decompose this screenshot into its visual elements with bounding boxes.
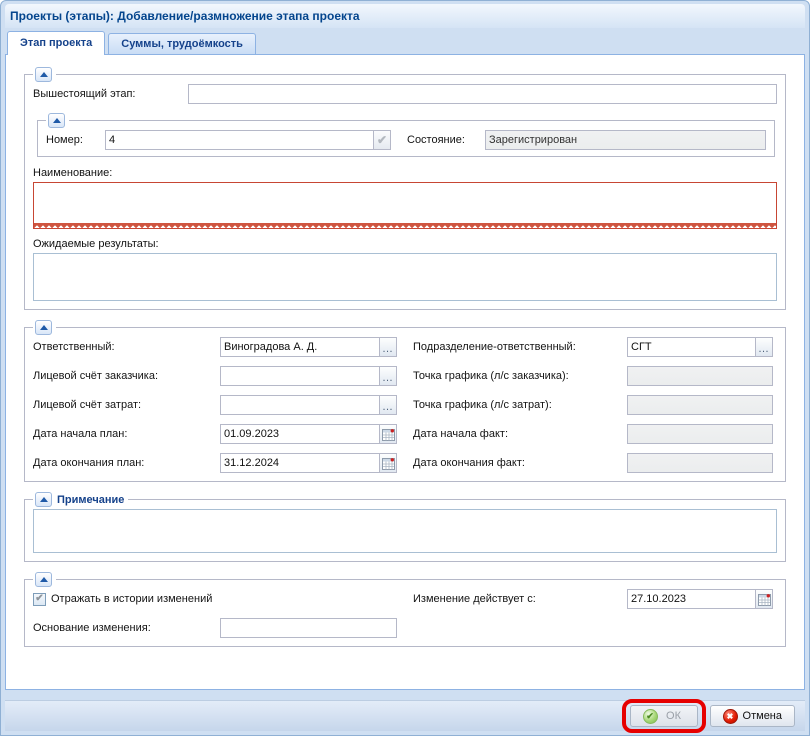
ellipsis-icon: … — [758, 343, 770, 356]
ellipsis-icon: … — [382, 343, 394, 356]
number-state-fieldset: Номер: ✔ Состояние: — [37, 113, 775, 157]
window-titlebar: Проекты (этапы): Добавление/размножение … — [5, 4, 805, 28]
responsible-browse-button[interactable]: … — [379, 337, 397, 357]
customer-account-row: Лицевой счёт заказчика: … Точка графика … — [33, 366, 777, 386]
cost-account-input[interactable] — [220, 395, 380, 415]
department-browse-button[interactable]: … — [755, 337, 773, 357]
state-label: Состояние: — [407, 134, 485, 146]
effective-date-picker-button[interactable] — [755, 589, 773, 609]
collapse-toggle-button[interactable] — [48, 113, 65, 128]
cost-account-row: Лицевой счёт затрат: … Точка графика (л/… — [33, 395, 777, 415]
department-label: Подразделение-ответственный: — [413, 341, 627, 353]
name-textarea[interactable] — [34, 183, 776, 223]
tab-project-stage-label: Этап проекта — [20, 37, 92, 49]
schedule-point-cost-field — [627, 395, 773, 415]
collapse-arrow-icon — [53, 118, 61, 123]
ok-button-label: ОК — [663, 710, 685, 722]
check-icon: ✔ — [377, 134, 387, 146]
history-fieldset: ✔ Отражать в истории изменений Изменение… — [24, 572, 786, 647]
cost-account-browse-button[interactable]: … — [379, 395, 397, 415]
collapse-toggle-button[interactable] — [35, 572, 52, 587]
expected-results-textarea[interactable] — [33, 253, 777, 301]
plan-end-date-label: Дата окончания план: — [33, 457, 220, 469]
plan-start-date-input[interactable] — [220, 424, 380, 444]
end-date-row: Дата окончания план: Дата окончания факт… — [33, 453, 777, 473]
note-legend: Примечание — [57, 494, 124, 506]
collapse-arrow-icon — [40, 577, 48, 582]
tab-panel-body: Вышестоящий этап: Номер: ✔ — [5, 54, 805, 690]
tab-strip: Этап проекта Суммы, трудоёмкость — [5, 28, 805, 54]
history-checkbox-label: Отражать в истории изменений — [51, 593, 212, 605]
department-input[interactable] — [627, 337, 756, 357]
collapse-arrow-icon — [40, 325, 48, 330]
collapse-arrow-icon — [40, 72, 48, 77]
note-textarea[interactable] — [33, 509, 777, 553]
calendar-icon — [382, 428, 395, 441]
name-invalid-field — [33, 182, 777, 229]
checkbox-check-icon: ✔ — [35, 594, 43, 604]
responsible-row: Ответственный: … Подразделение-ответстве… — [33, 337, 777, 357]
tab-sums-labor[interactable]: Суммы, трудоёмкость — [108, 33, 256, 54]
collapse-toggle-button[interactable] — [35, 320, 52, 335]
state-field — [485, 130, 766, 150]
auto-number-check-button[interactable]: ✔ — [373, 130, 391, 150]
cancel-x-icon: ✖ — [723, 709, 738, 724]
collapse-toggle-button[interactable] — [35, 67, 52, 82]
cost-account-label: Лицевой счёт затрат: — [33, 399, 220, 411]
parent-stage-input[interactable] — [188, 84, 777, 104]
window-title: Проекты (этапы): Добавление/размножение … — [10, 9, 360, 23]
collapse-toggle-button[interactable] — [35, 492, 52, 507]
number-input[interactable] — [105, 130, 374, 150]
plan-end-date-picker-button[interactable] — [379, 453, 397, 473]
dialog-window: Проекты (этапы): Добавление/размножение … — [0, 0, 810, 736]
fact-end-date-label: Дата окончания факт: — [413, 457, 627, 469]
schedule-point-cost-label: Точка графика (л/с затрат): — [413, 399, 627, 411]
history-checkbox[interactable]: ✔ — [33, 593, 46, 606]
effective-date-input[interactable] — [627, 589, 756, 609]
parent-stage-label: Вышестоящий этап: — [33, 88, 188, 100]
note-fieldset: Примечание — [24, 492, 786, 562]
reason-input[interactable] — [220, 618, 397, 638]
schedule-point-customer-label: Точка графика (л/с заказчика): — [413, 370, 627, 382]
reason-label: Основание изменения: — [33, 622, 220, 634]
cancel-button-label: Отмена — [743, 710, 782, 722]
history-row: ✔ Отражать в истории изменений Изменение… — [33, 589, 777, 609]
ok-check-icon: ✔ — [643, 709, 658, 724]
expected-results-label: Ожидаемые результаты: — [33, 238, 777, 250]
customer-account-input[interactable] — [220, 366, 380, 386]
plan-end-date-input[interactable] — [220, 453, 380, 473]
details-fieldset: Ответственный: … Подразделение-ответстве… — [24, 320, 786, 482]
number-state-row: Номер: ✔ Состояние: — [46, 130, 766, 150]
ellipsis-icon: … — [382, 401, 394, 414]
fact-start-date-label: Дата начала факт: — [413, 428, 627, 440]
fact-start-date-field — [627, 424, 773, 444]
plan-start-date-picker-button[interactable] — [379, 424, 397, 444]
calendar-icon — [382, 457, 395, 470]
schedule-point-customer-field — [627, 366, 773, 386]
calendar-icon — [758, 593, 771, 606]
main-fieldset: Вышестоящий этап: Номер: ✔ — [24, 67, 786, 310]
tab-sums-labor-label: Суммы, трудоёмкость — [121, 38, 243, 50]
customer-account-label: Лицевой счёт заказчика: — [33, 370, 220, 382]
fact-end-date-field — [627, 453, 773, 473]
start-date-row: Дата начала план: Дата начала факт: — [33, 424, 777, 444]
number-label: Номер: — [46, 134, 105, 146]
ok-button[interactable]: ✔ ОК — [630, 705, 698, 727]
collapse-arrow-icon — [40, 497, 48, 502]
responsible-input[interactable] — [220, 337, 380, 357]
name-label: Наименование: — [33, 167, 777, 179]
reason-row: Основание изменения: — [33, 618, 777, 638]
customer-account-browse-button[interactable]: … — [379, 366, 397, 386]
cancel-button[interactable]: ✖ Отмена — [710, 705, 795, 727]
ellipsis-icon: … — [382, 372, 394, 385]
responsible-label: Ответственный: — [33, 341, 220, 353]
invalid-underline-icon — [34, 223, 776, 228]
effective-date-label: Изменение действует с: — [413, 593, 627, 605]
parent-stage-row: Вышестоящий этап: — [33, 84, 777, 104]
tab-project-stage[interactable]: Этап проекта — [7, 31, 105, 55]
plan-start-date-label: Дата начала план: — [33, 428, 220, 440]
footer-toolbar: ✔ ОК ✖ Отмена — [5, 700, 805, 731]
